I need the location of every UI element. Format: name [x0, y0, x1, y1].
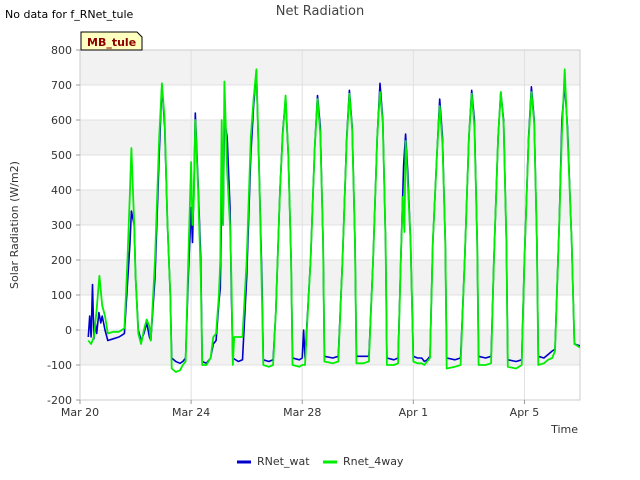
legend: RNet_wat Rnet_4way: [237, 455, 404, 468]
x-tick-label: Apr 1: [399, 406, 429, 419]
y-tick-label: 600: [51, 114, 72, 127]
y-tick-label: 300: [51, 219, 72, 232]
legend-label-rnet-wat: RNet_wat: [257, 455, 310, 468]
y-tick-label: 200: [51, 254, 72, 267]
legend-label-rnet-4way: Rnet_4way: [343, 455, 404, 468]
x-tick-label: Apr 5: [510, 406, 540, 419]
y-tick-label: 0: [65, 324, 72, 337]
x-tick-label: Mar 28: [283, 406, 321, 419]
background-band: [80, 330, 580, 365]
y-tick-label: 700: [51, 79, 72, 92]
y-tick-label: 800: [51, 44, 72, 57]
background-band: [80, 50, 580, 85]
y-tick-label: 400: [51, 184, 72, 197]
y-tick-label: -100: [47, 359, 72, 372]
site-badge-label: MB_tule: [87, 36, 136, 49]
net-radiation-chart: No data for f_RNet_tule Net Radiation -2…: [5, 4, 581, 468]
x-tick-label: Mar 20: [61, 406, 99, 419]
x-axis-ticks: Mar 20 Mar 24 Mar 28 Apr 1 Apr 5: [61, 400, 539, 419]
y-tick-label: 100: [51, 289, 72, 302]
x-tick-label: Mar 24: [172, 406, 210, 419]
y-axis-title: Solar Radiation (W/m2): [8, 161, 21, 289]
no-data-note: No data for f_RNet_tule: [5, 8, 134, 21]
y-axis-ticks: -200-1000100200300400500600700800: [47, 44, 80, 407]
site-badge: MB_tule: [80, 31, 143, 51]
y-tick-label: 500: [51, 149, 72, 162]
chart-title: Net Radiation: [276, 4, 364, 19]
x-axis-title: Time: [550, 423, 578, 436]
